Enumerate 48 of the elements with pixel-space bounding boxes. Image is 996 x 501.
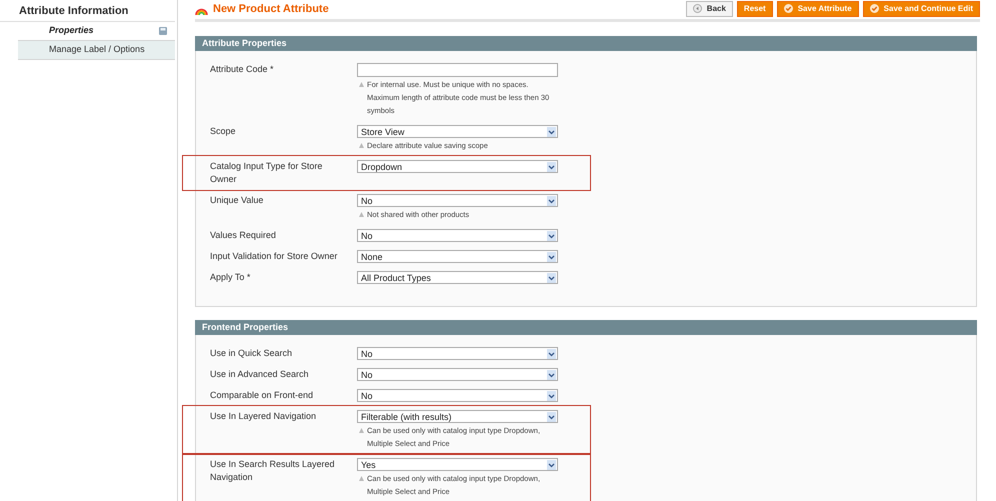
page-title: New Product Attribute xyxy=(213,2,330,18)
dropdown-field[interactable]: Dropdown xyxy=(357,160,558,173)
triangle-icon xyxy=(359,82,364,87)
chevron-down-icon xyxy=(547,348,556,358)
triangle-icon xyxy=(359,212,364,217)
save-icon xyxy=(159,27,167,35)
dropdown-field[interactable]: No xyxy=(357,347,558,360)
field-label: Use In Layered Navigation xyxy=(210,411,316,421)
dropdown-field[interactable]: None xyxy=(357,250,558,263)
section-header: Attribute Properties xyxy=(195,36,977,51)
dropdown-field[interactable]: All Product Types xyxy=(357,271,558,284)
field-label: Use In Search Results Layered Navigation xyxy=(210,459,335,482)
dropdown-field[interactable]: No xyxy=(357,368,558,381)
field-label: Unique Value xyxy=(210,195,264,205)
dropdown-field[interactable]: Filterable (with results) xyxy=(357,410,558,423)
chevron-down-icon xyxy=(547,390,556,400)
dropdown-field[interactable]: No xyxy=(357,389,558,402)
checkmark-icon xyxy=(870,4,879,13)
chevron-down-icon xyxy=(547,230,556,240)
field-label: Attribute Code * xyxy=(210,64,274,74)
field-label: Scope xyxy=(210,126,236,136)
triangle-icon xyxy=(359,428,364,433)
text-input-field[interactable] xyxy=(357,63,558,77)
field-label: Input Validation for Store Owner xyxy=(210,251,338,261)
chevron-down-icon xyxy=(547,196,556,206)
chevron-down-icon xyxy=(547,252,556,262)
dropdown-field[interactable]: Store View xyxy=(357,125,558,138)
section-header: Frontend Properties xyxy=(195,320,977,335)
field-label: Use in Advanced Search xyxy=(210,369,309,379)
sidebar-tab[interactable]: Manage Label / Options xyxy=(18,41,175,60)
toolbar-button[interactable]: Back xyxy=(686,0,733,16)
dropdown-field[interactable]: No xyxy=(357,229,558,242)
triangle-icon xyxy=(359,476,364,481)
field-label: Comparable on Front-end xyxy=(210,390,314,400)
field-label: Use in Quick Search xyxy=(210,348,292,358)
chevron-down-icon xyxy=(547,126,556,136)
chevron-down-icon xyxy=(547,460,556,470)
chevron-down-icon xyxy=(547,370,556,380)
field-label: Apply To * xyxy=(210,272,250,282)
chevron-down-icon xyxy=(547,412,556,422)
triangle-icon xyxy=(359,143,364,148)
dropdown-field[interactable]: Yes xyxy=(357,458,558,471)
chevron-down-icon xyxy=(547,162,556,172)
checkmark-icon xyxy=(784,4,793,13)
dropdown-field[interactable]: No xyxy=(357,194,558,207)
field-label: Catalog Input Type for Store Owner xyxy=(210,161,322,184)
field-label: Values Required xyxy=(210,230,276,240)
chevron-down-icon xyxy=(547,272,556,282)
